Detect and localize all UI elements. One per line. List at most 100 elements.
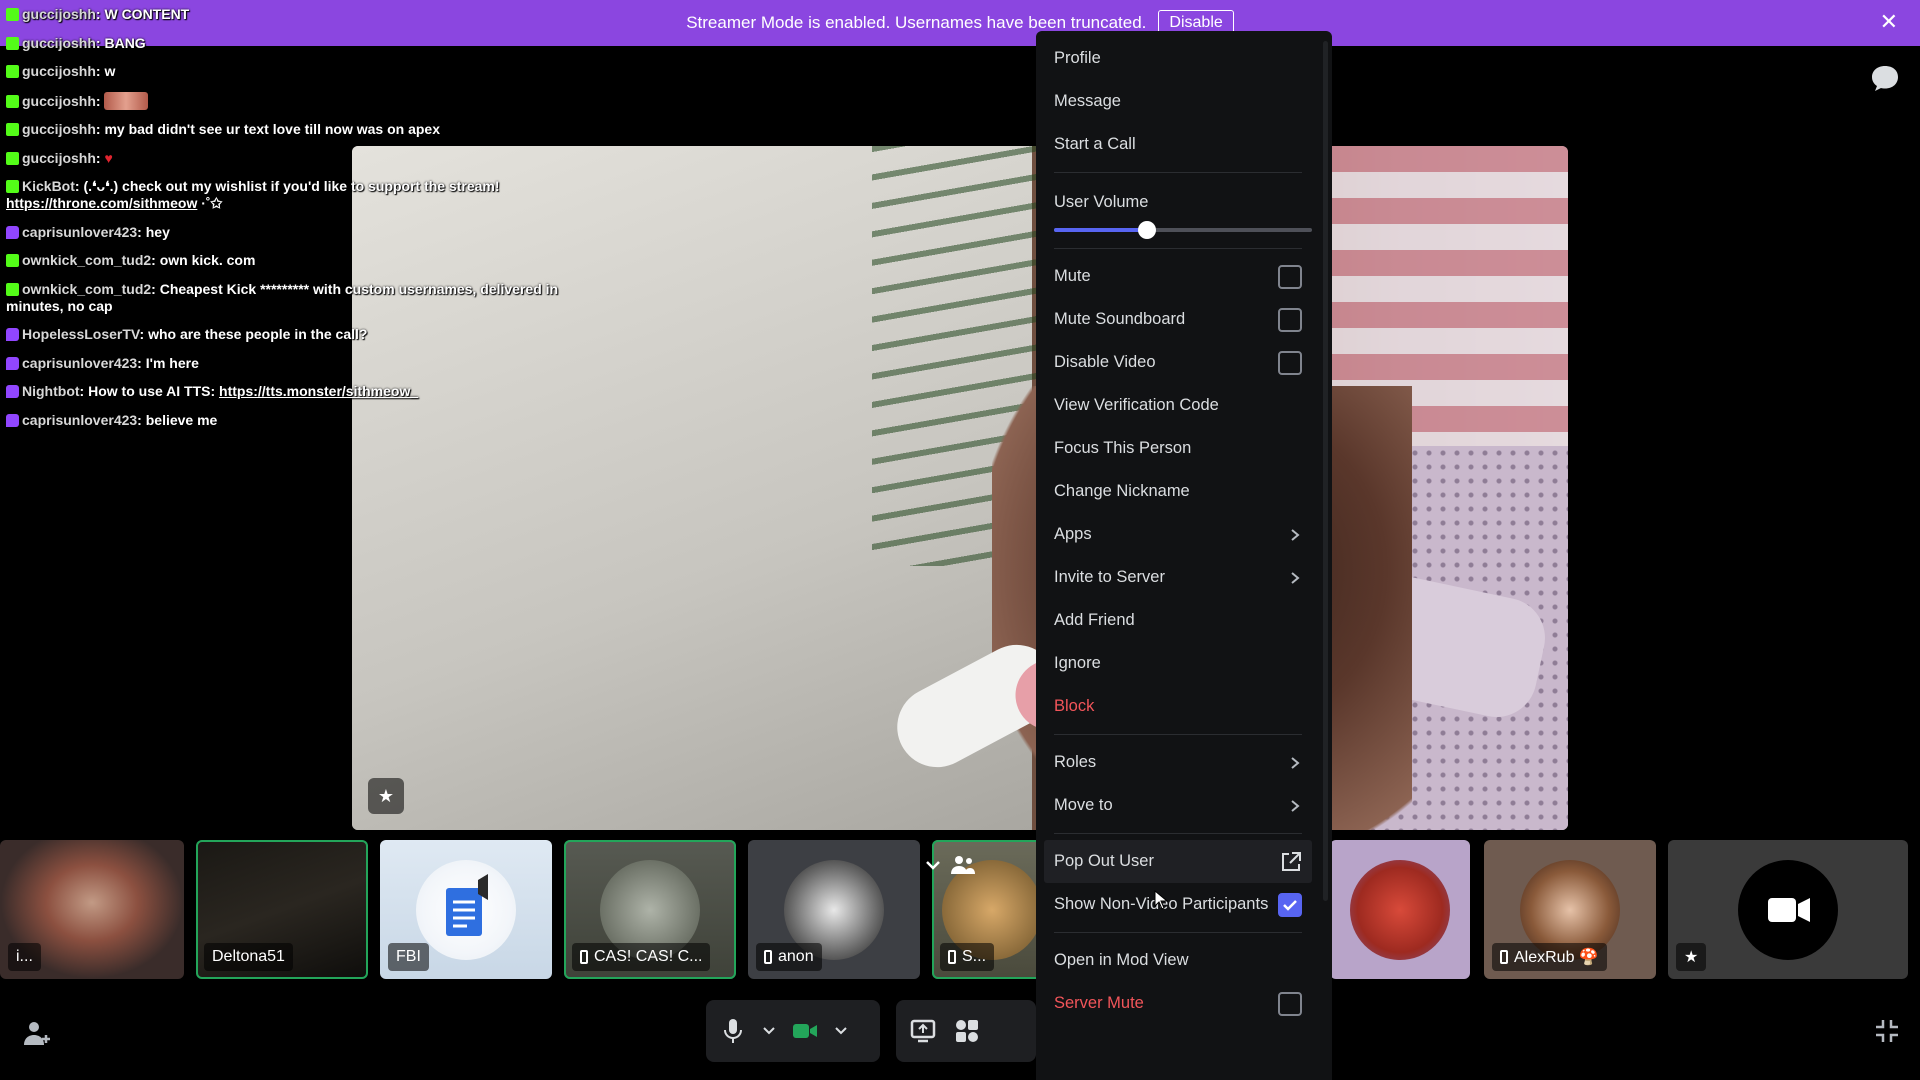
kick-badge-icon (6, 123, 19, 136)
menu-item-message[interactable]: Message (1044, 80, 1312, 123)
participant-tile[interactable]: FBI (380, 840, 552, 979)
menu-scrollbar[interactable] (1323, 41, 1328, 901)
participant-tile[interactable]: ★ (1668, 840, 1908, 979)
participant-name: FBI (396, 948, 421, 965)
menu-item-block[interactable]: Block (1044, 685, 1312, 728)
participant-name-tag: AlexRub 🍄 (1492, 943, 1607, 971)
exit-fullscreen-icon[interactable] (1872, 1016, 1902, 1046)
slider-thumb[interactable] (1137, 221, 1156, 239)
chat-link[interactable]: https://tts.monster/sithmeow_ (219, 383, 418, 399)
kick-badge-icon (6, 180, 19, 193)
chat-username[interactable]: guccijoshh (22, 35, 96, 51)
menu-item-move-to[interactable]: Move to (1044, 784, 1312, 827)
slider-fill (1054, 228, 1147, 232)
participants-icon[interactable] (950, 854, 976, 876)
chat-username[interactable]: KickBot (22, 178, 75, 194)
chat-message: HopelessLoserTV: who are these people in… (6, 326, 586, 343)
mobile-phone-icon (1500, 950, 1508, 964)
toggle-checkbox[interactable] (1278, 350, 1302, 375)
chat-username[interactable]: caprisunlover423 (22, 224, 137, 240)
chat-message: guccijoshh: w (6, 63, 586, 80)
menu-item-focus-person[interactable]: Focus This Person (1044, 427, 1312, 470)
participant-tile[interactable] (1330, 840, 1470, 979)
chat-username[interactable]: caprisunlover423 (22, 355, 137, 371)
participant-avatar (416, 859, 516, 960)
menu-item-open-mod-view[interactable]: Open in Mod View (1044, 939, 1312, 982)
menu-item-view-verification-code[interactable]: View Verification Code (1044, 384, 1312, 427)
user-context-menu: Profile Message Start a Call User Volume… (1036, 31, 1332, 1080)
chat-message: ownkick_com_tud2: own kick. com (6, 252, 586, 269)
menu-item-server-mute[interactable]: Server Mute (1044, 982, 1312, 1025)
participant-tile[interactable]: anon (748, 840, 920, 979)
banner-text: Streamer Mode is enabled. Usernames have… (686, 13, 1147, 32)
chat-username[interactable]: ownkick_com_tud2 (22, 252, 151, 268)
participant-name-tag: FBI (388, 943, 429, 971)
chat-username[interactable]: guccijoshh (22, 63, 96, 79)
activities-icon (956, 1020, 978, 1042)
twitch-badge-icon (6, 413, 19, 427)
menu-item-label: View Verification Code (1054, 396, 1219, 414)
chat-username[interactable]: guccijoshh (22, 93, 96, 109)
app-root: ★ Streamer Mode is enabled. Usernames ha… (0, 0, 1920, 1080)
chat-message: guccijoshh: ♥ (6, 150, 586, 167)
twitch-badge-icon (6, 385, 19, 398)
menu-item-pop-out-user[interactable]: Pop Out User (1044, 840, 1312, 883)
activities-button[interactable] (948, 1009, 986, 1053)
camera-options-button[interactable] (830, 1009, 852, 1053)
chat-username[interactable]: HopelessLoserTV (22, 326, 140, 342)
kick-badge-icon (6, 36, 19, 50)
add-user-icon[interactable] (22, 1018, 52, 1048)
chat-username[interactable]: guccijoshh (22, 121, 96, 137)
checkmark-icon (1283, 899, 1297, 911)
menu-item-add-friend[interactable]: Add Friend (1044, 599, 1312, 642)
participant-name-tag: S... (940, 943, 995, 971)
chat-overlay: guccijoshh: W CONTENT guccijoshh: BANG guc… (6, 6, 586, 440)
pop-out-icon (1282, 851, 1301, 871)
server-mute-checkbox[interactable] (1278, 991, 1302, 1016)
toggle-checkbox[interactable] (1278, 264, 1302, 289)
participant-tile[interactable]: i... (0, 840, 184, 979)
chat-message: ownkick_com_tud2: Cheapest Kick ********… (6, 280, 559, 314)
chat-message: guccijoshh: (6, 91, 586, 110)
chat-username[interactable]: caprisunlover423 (22, 412, 137, 428)
camera-button[interactable] (786, 1009, 824, 1053)
favorite-star-icon[interactable]: ★ (368, 778, 404, 814)
menu-item-change-nickname[interactable]: Change Nickname (1044, 470, 1312, 513)
menu-item-label: Focus This Person (1054, 439, 1192, 457)
chat-message-text: w (104, 63, 116, 79)
chat-message: caprisunlover423: believe me (6, 412, 586, 429)
menu-item-start-call[interactable]: Start a Call (1044, 123, 1312, 166)
menu-item-show-non-video-participants[interactable]: Show Non-Video Participants (1044, 883, 1312, 926)
chat-message-text: who are these people in the call? (148, 326, 368, 342)
menu-item-disable-video[interactable]: Disable Video (1044, 341, 1312, 384)
chat-username[interactable]: Nightbot (22, 383, 80, 399)
show-non-video-checkbox[interactable] (1278, 892, 1302, 917)
menu-item-label: Apps (1054, 525, 1092, 543)
microphone-options-button[interactable] (758, 1009, 780, 1053)
menu-item-apps[interactable]: Apps (1044, 513, 1312, 556)
menu-item-profile[interactable]: Profile (1044, 37, 1312, 80)
participant-tile[interactable]: AlexRub 🍄 (1484, 840, 1656, 979)
user-volume-slider[interactable] (1054, 220, 1312, 240)
participant-tile[interactable]: CAS! CAS! C... (564, 840, 736, 979)
close-icon[interactable]: ✕ (1880, 11, 1898, 33)
menu-item-roles[interactable]: Roles (1044, 741, 1312, 784)
chat-username[interactable]: guccijoshh (22, 6, 96, 22)
menu-item-mute[interactable]: Mute (1044, 255, 1312, 298)
chat-username[interactable]: ownkick_com_tud2 (22, 281, 151, 297)
microphone-button[interactable] (714, 1009, 752, 1053)
menu-item-invite-to-server[interactable]: Invite to Server (1044, 556, 1312, 599)
chat-message: caprisunlover423: I'm here (6, 355, 586, 372)
toggle-checkbox[interactable] (1278, 307, 1302, 332)
chat-username[interactable]: guccijoshh (22, 150, 96, 166)
chat-link[interactable]: https://throne.com/sithmeow (6, 195, 197, 211)
menu-item-ignore[interactable]: Ignore (1044, 642, 1312, 685)
participant-tile[interactable]: Deltona51 (196, 840, 368, 979)
menu-item-label: Ignore (1054, 654, 1101, 672)
kick-badge-icon (6, 94, 19, 108)
screen-share-button[interactable] (904, 1009, 942, 1053)
chat-bubble-icon[interactable] (1870, 64, 1900, 92)
menu-item-mute-soundboard[interactable]: Mute Soundboard (1044, 298, 1312, 341)
chat-emote (104, 91, 149, 110)
chevron-down-icon[interactable] (924, 856, 942, 874)
